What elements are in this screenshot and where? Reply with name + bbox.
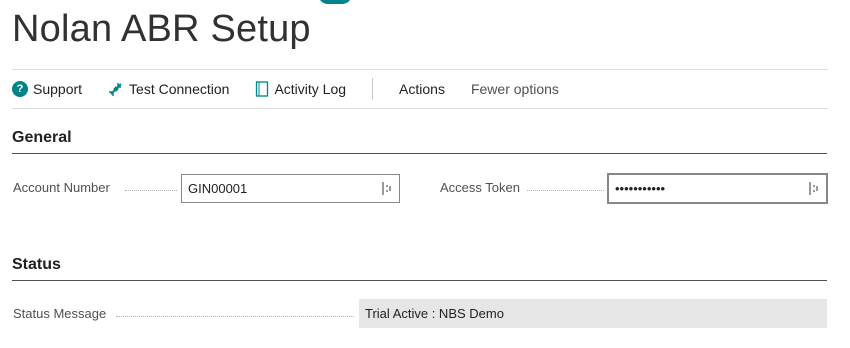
fewer-options-button[interactable]: Fewer options	[471, 81, 559, 97]
access-token-value: •••••••••••	[615, 181, 666, 196]
account-number-value: GIN00001	[188, 181, 248, 196]
test-connection-button[interactable]: Test Connection	[108, 81, 229, 97]
account-number-dots	[125, 190, 177, 191]
status-message-dots	[116, 316, 354, 317]
page-title: Nolan ABR Setup	[12, 8, 311, 50]
access-token-field[interactable]: •••••••••••	[608, 174, 827, 203]
activity-log-button[interactable]: Activity Log	[255, 81, 346, 97]
action-bar: ? Support Test Connection Activity Log A…	[12, 69, 828, 109]
general-section-rule	[12, 153, 827, 154]
status-section-title: Status	[12, 256, 61, 273]
actions-menu-button[interactable]: Actions	[399, 81, 445, 97]
support-label: Support	[33, 81, 83, 97]
lastpass-icon[interactable]	[381, 182, 393, 196]
lastpass-icon[interactable]	[808, 182, 820, 196]
account-number-label: Account Number	[13, 180, 110, 195]
access-token-dots	[527, 190, 604, 191]
status-section-rule	[12, 280, 827, 281]
action-divider	[372, 78, 374, 100]
status-message-value: Trial Active : NBS Demo	[359, 299, 827, 328]
support-button[interactable]: ? Support	[12, 81, 82, 97]
access-token-label: Access Token	[440, 180, 520, 195]
activity-log-label: Activity Log	[274, 81, 347, 97]
account-number-field[interactable]: GIN00001	[181, 174, 400, 203]
decorative-arc	[318, 0, 352, 4]
plug-icon	[108, 81, 124, 97]
help-icon: ?	[12, 81, 28, 97]
status-message-label: Status Message	[13, 306, 107, 321]
log-icon	[255, 81, 269, 97]
test-connection-label: Test Connection	[129, 81, 230, 97]
general-section-title: General	[12, 129, 72, 146]
